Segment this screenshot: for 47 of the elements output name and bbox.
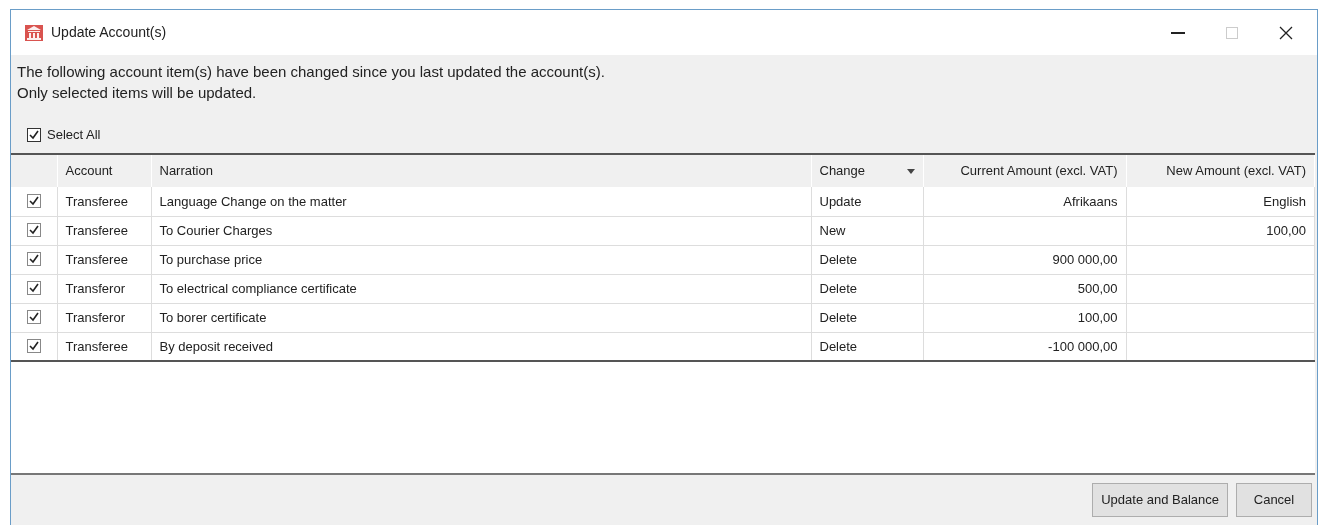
table-cell: Transferee — [65, 338, 128, 354]
table-cell: Delete — [819, 338, 858, 354]
checkbox[interactable] — [26, 309, 41, 324]
table-cell: To purchase price — [159, 251, 263, 267]
minimize-icon[interactable] — [1171, 31, 1185, 34]
column-header[interactable]: Account — [57, 155, 151, 187]
update-button[interactable]: Update and Balance — [1092, 483, 1228, 517]
table-cell: 500,00 — [1077, 280, 1118, 296]
column-header[interactable]: New Amount (excl. VAT) — [1126, 155, 1315, 187]
checkbox[interactable] — [26, 193, 41, 208]
table-cell: To borer certificate — [159, 309, 267, 325]
table-cell: English — [1263, 193, 1306, 209]
window-title: Update Account(s) — [51, 23, 167, 42]
table-cell: Language Change on the matter — [159, 193, 347, 209]
table-cell: Transferor — [65, 280, 125, 296]
column-header[interactable]: Narration — [151, 155, 811, 187]
checkbox[interactable] — [26, 338, 41, 353]
table-cell: Delete — [819, 251, 858, 267]
table-cell: Transferee — [65, 193, 128, 209]
table-cell: New — [819, 222, 846, 238]
checkbox[interactable] — [26, 222, 41, 237]
table-cell: 100,00 — [1077, 309, 1118, 325]
checkbox-label: Select All — [47, 126, 101, 145]
checkbox[interactable] — [27, 128, 41, 142]
checkbox[interactable] — [26, 251, 41, 266]
table-cell: To Courier Charges — [159, 222, 273, 238]
table-cell: Transferee — [65, 251, 128, 267]
table-cell: Transferor — [65, 309, 125, 325]
message-text: Only selected items will be updated. — [17, 83, 258, 103]
table-cell: Delete — [819, 309, 858, 325]
table-cell: Afrikaans — [1063, 193, 1118, 209]
cancel-button[interactable]: Cancel — [1236, 483, 1312, 517]
table-cell: Delete — [819, 280, 858, 296]
column-header[interactable]: Change — [811, 155, 923, 187]
table-cell: -100 000,00 — [1048, 338, 1118, 354]
table-cell: Update — [819, 193, 862, 209]
table-cell: By deposit received — [159, 338, 273, 354]
table-cell: Transferee — [65, 222, 128, 238]
column-header[interactable]: Current Amount (excl. VAT) — [923, 155, 1126, 187]
message-text: The following account item(s) have been changed since you last updated the account(s). — [17, 62, 606, 82]
table-cell: 100,00 — [1266, 222, 1306, 238]
table-cell: To electrical compliance certificate — [159, 280, 357, 296]
bank-icon — [25, 24, 43, 41]
checkbox[interactable] — [26, 280, 41, 295]
table-cell: 900 000,00 — [1052, 251, 1118, 267]
close-icon[interactable] — [1279, 25, 1293, 40]
dropdown-icon[interactable] — [906, 169, 915, 174]
